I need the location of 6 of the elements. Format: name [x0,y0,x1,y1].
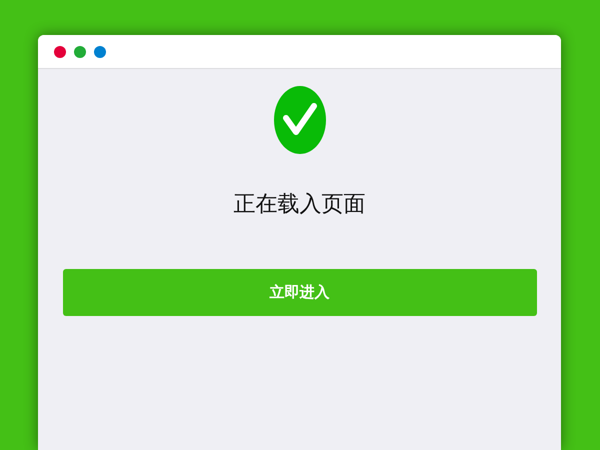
window-control-dot[interactable] [94,46,106,58]
enter-button[interactable]: 立即进入 [62,269,536,316]
check-icon [274,86,326,154]
window-control-dot[interactable] [74,46,86,58]
loading-title: 正在载入页面 [234,191,366,219]
window-control-dot[interactable] [54,46,66,58]
